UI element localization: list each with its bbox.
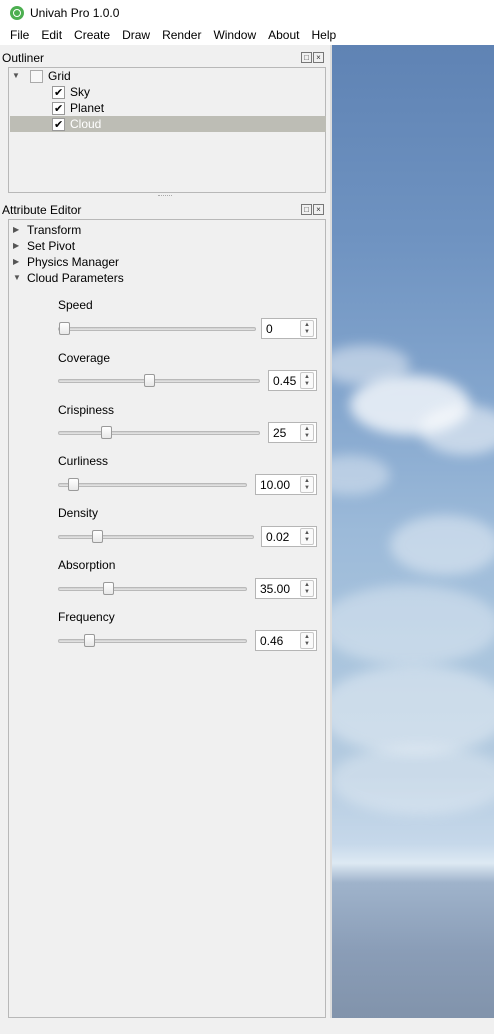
speed-label: Speed	[58, 298, 93, 312]
tree-item-label: Cloud	[70, 117, 102, 131]
attribute-editor-title-bar[interactable]: Attribute Editor □ ×	[0, 202, 328, 218]
menu-about[interactable]: About	[262, 26, 305, 45]
menu-file[interactable]: File	[4, 26, 35, 45]
slider-handle[interactable]	[59, 322, 70, 335]
menu-help[interactable]: Help	[305, 26, 342, 45]
frequency-spinbox[interactable]: 0.46 ▲ ▼	[255, 630, 317, 651]
slider-handle[interactable]	[103, 582, 114, 595]
section-physics-manager[interactable]: ▶ Physics Manager	[13, 254, 119, 270]
section-label: Set Pivot	[27, 239, 76, 253]
title-bar: Univah Pro 1.0.0	[0, 0, 494, 26]
outliner-title-bar[interactable]: Outliner □ ×	[0, 50, 328, 66]
speed-slider[interactable]	[58, 322, 256, 335]
spin-arrows-icon[interactable]: ▲ ▼	[300, 632, 314, 649]
menu-window[interactable]: Window	[207, 26, 262, 45]
speed-spinbox[interactable]: 0 ▲ ▼	[261, 318, 317, 339]
tree-item-label: Sky	[70, 85, 91, 99]
float-icon[interactable]: □	[301, 204, 312, 215]
outliner-title: Outliner	[2, 51, 45, 65]
crispiness-label: Crispiness	[58, 403, 115, 417]
spin-value[interactable]: 25	[269, 426, 300, 440]
spin-value[interactable]: 35.00	[256, 582, 300, 596]
cloud-render	[330, 455, 390, 495]
cloud-render	[330, 745, 494, 815]
cloud-checkbox[interactable]	[52, 117, 65, 133]
section-label: Transform	[27, 223, 82, 237]
tree-item-label: Grid	[48, 69, 71, 83]
curliness-slider[interactable]	[58, 478, 247, 491]
attribute-editor-title: Attribute Editor	[2, 203, 82, 217]
tree-item-planet[interactable]: Planet	[52, 100, 105, 117]
status-bar	[0, 1018, 494, 1034]
triangle-down-icon[interactable]: ▼	[12, 68, 24, 84]
section-cloud-parameters[interactable]: ▼ Cloud Parameters	[13, 270, 124, 286]
frequency-slider[interactable]	[58, 634, 247, 647]
slider-handle[interactable]	[84, 634, 95, 647]
absorption-spinbox[interactable]: 35.00 ▲ ▼	[255, 578, 317, 599]
tree-item-grid[interactable]: ▼ Grid	[12, 68, 71, 84]
spin-arrows-icon[interactable]: ▲ ▼	[300, 528, 314, 545]
cloud-render	[330, 585, 494, 665]
tree-item-cloud[interactable]: Cloud	[52, 116, 102, 133]
density-label: Density	[58, 506, 99, 520]
triangle-down-icon[interactable]: ▼	[13, 270, 27, 286]
spin-value[interactable]: 0.45	[269, 374, 300, 388]
close-icon[interactable]: ×	[313, 52, 324, 63]
sky-checkbox[interactable]	[52, 85, 65, 101]
menu-create[interactable]: Create	[68, 26, 116, 45]
absorption-slider[interactable]	[58, 582, 247, 595]
triangle-right-icon[interactable]: ▶	[13, 222, 27, 238]
spin-arrows-icon[interactable]: ▲ ▼	[300, 580, 314, 597]
section-label: Physics Manager	[27, 255, 120, 269]
planet-checkbox[interactable]	[52, 101, 65, 117]
slider-handle[interactable]	[101, 426, 112, 439]
spin-arrows-icon[interactable]: ▲ ▼	[300, 476, 314, 493]
spin-arrows-icon[interactable]: ▲ ▼	[300, 424, 314, 441]
coverage-spinbox[interactable]: 0.45 ▲ ▼	[268, 370, 317, 391]
density-slider[interactable]	[58, 530, 254, 543]
crispiness-spinbox[interactable]: 25 ▲ ▼	[268, 422, 317, 443]
spin-value[interactable]: 10.00	[256, 478, 300, 492]
curliness-spinbox[interactable]: 10.00 ▲ ▼	[255, 474, 317, 495]
cloud-render	[420, 405, 494, 455]
outliner-tree: ▼ Grid Sky Planet Cloud	[8, 67, 326, 193]
section-transform[interactable]: ▶ Transform	[13, 222, 81, 238]
coverage-label: Coverage	[58, 351, 111, 365]
slider-handle[interactable]	[144, 374, 155, 387]
triangle-right-icon[interactable]: ▶	[13, 254, 27, 270]
spin-value[interactable]: 0.46	[256, 634, 300, 648]
float-icon[interactable]: □	[301, 52, 312, 63]
triangle-right-icon[interactable]: ▶	[13, 238, 27, 254]
crispiness-slider[interactable]	[58, 426, 260, 439]
dock-splitter-handle[interactable]	[158, 195, 172, 197]
tree-item-label: Planet	[70, 101, 105, 115]
section-set-pivot[interactable]: ▶ Set Pivot	[13, 238, 75, 254]
curliness-label: Curliness	[58, 454, 109, 468]
spin-value[interactable]: 0	[262, 322, 300, 336]
frequency-label: Frequency	[58, 610, 115, 624]
absorption-label: Absorption	[58, 558, 116, 572]
attribute-editor-panel: ▶ Transform ▶ Set Pivot ▶ Physics Manage…	[8, 219, 326, 1018]
density-spinbox[interactable]: 0.02 ▲ ▼	[261, 526, 317, 547]
slider-handle[interactable]	[68, 478, 79, 491]
close-icon[interactable]: ×	[313, 204, 324, 215]
tree-item-sky[interactable]: Sky	[52, 84, 91, 101]
menu-render[interactable]: Render	[156, 26, 207, 45]
spin-value[interactable]: 0.02	[262, 530, 300, 544]
cloud-render	[390, 515, 494, 575]
slider-handle[interactable]	[92, 530, 103, 543]
section-label: Cloud Parameters	[27, 271, 124, 285]
univah-logo-icon	[10, 6, 24, 20]
menu-draw[interactable]: Draw	[116, 26, 156, 45]
viewport-splitter[interactable]	[330, 45, 332, 1019]
spin-arrows-icon[interactable]: ▲ ▼	[300, 372, 314, 389]
grid-checkbox[interactable]	[30, 69, 43, 83]
menu-bar: File Edit Create Draw Render Window Abou…	[0, 26, 494, 45]
menu-edit[interactable]: Edit	[35, 26, 68, 45]
render-viewport[interactable]	[330, 45, 494, 1019]
spin-arrows-icon[interactable]: ▲ ▼	[300, 320, 314, 337]
cloud-render	[330, 665, 494, 755]
window-title: Univah Pro 1.0.0	[30, 6, 120, 20]
coverage-slider[interactable]	[58, 374, 260, 387]
